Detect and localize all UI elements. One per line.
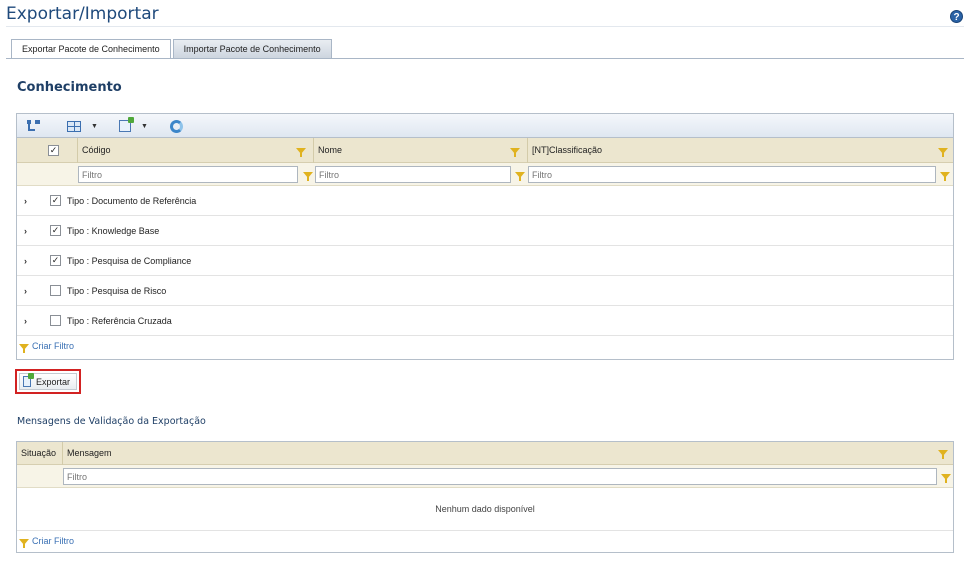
dropdown-arrow-icon[interactable]: ▼ (91, 123, 98, 130)
filter-funnel-icon (19, 539, 29, 548)
filter-funnel-icon[interactable] (940, 172, 950, 181)
row-checkbox[interactable] (50, 285, 61, 296)
filter-funnel-icon[interactable] (938, 148, 948, 157)
create-filter-link[interactable]: Criar Filtro (19, 341, 74, 353)
filter-input-nome[interactable] (315, 166, 511, 183)
row-label: Tipo : Pesquisa de Risco (67, 286, 167, 296)
tree-structure-icon (27, 120, 41, 132)
column-header-nome[interactable]: Nome (313, 138, 527, 163)
chevron-right-icon[interactable]: › (24, 256, 27, 266)
column-label: Situação (21, 448, 57, 458)
filter-funnel-icon[interactable] (938, 450, 948, 459)
validation-grid: Situação Mensagem Nenhum dado disponível… (16, 441, 954, 553)
column-label: [NT]Classificação (532, 145, 603, 155)
empty-message: Nenhum dado disponível (435, 504, 535, 514)
row-divider (17, 530, 953, 531)
row-checkbox[interactable] (50, 255, 61, 266)
tab-bar: Exportar Pacote de Conhecimento Importar… (11, 39, 334, 59)
filter-funnel-icon[interactable] (296, 148, 306, 157)
filter-funnel-icon[interactable] (510, 148, 520, 157)
section-title-conhecimento: Conhecimento (17, 80, 122, 95)
tree-structure-button[interactable] (27, 119, 41, 133)
create-filter-label: Criar Filtro (32, 536, 74, 546)
filter-row (17, 465, 953, 488)
export-button-label: Exportar (35, 376, 70, 387)
chevron-right-icon[interactable]: › (24, 226, 27, 236)
export-document-icon (23, 373, 34, 387)
select-all-checkbox[interactable] (48, 145, 59, 156)
column-header-classificacao[interactable]: [NT]Classificação (527, 138, 953, 163)
expand-columns-icon (67, 120, 81, 132)
title-divider (6, 26, 964, 27)
export-document-icon (119, 117, 134, 132)
knowledge-grid: ▼ ▼ Código Nome [NT]Classificação (16, 113, 954, 360)
row-label: Tipo : Pesquisa de Compliance (67, 256, 192, 266)
validation-section-title: Mensagens de Validação da Exportação (17, 416, 206, 427)
column-header-codigo[interactable]: Código (77, 138, 313, 163)
filter-input-mensagem[interactable] (63, 468, 937, 485)
table-row[interactable]: › Tipo : Pesquisa de Risco (17, 276, 953, 306)
filter-funnel-icon[interactable] (515, 172, 525, 181)
refresh-icon (170, 119, 183, 133)
row-label: Tipo : Knowledge Base (67, 226, 160, 236)
column-label: Nome (318, 145, 343, 155)
table-row[interactable]: › Tipo : Knowledge Base (17, 216, 953, 246)
tabs-divider (6, 58, 964, 59)
column-label: Mensagem (67, 448, 112, 458)
tab-exportar[interactable]: Exportar Pacote de Conhecimento (11, 39, 171, 59)
row-label: Tipo : Referência Cruzada (67, 316, 172, 326)
row-checkbox[interactable] (50, 195, 61, 206)
filter-funnel-icon (19, 344, 29, 353)
create-filter-link[interactable]: Criar Filtro (19, 536, 74, 548)
filter-row (17, 163, 953, 186)
table-row[interactable]: › Tipo : Documento de Referência (17, 186, 953, 216)
grid-header: Código Nome [NT]Classificação (17, 138, 953, 163)
row-checkbox[interactable] (50, 225, 61, 236)
column-header-situacao[interactable]: Situação (17, 442, 62, 465)
column-header-mensagem[interactable]: Mensagem (62, 442, 953, 465)
filter-input-classificacao[interactable] (528, 166, 936, 183)
row-checkbox[interactable] (50, 315, 61, 326)
chevron-right-icon[interactable]: › (24, 286, 27, 296)
create-filter-label: Criar Filtro (32, 341, 74, 351)
filter-input-codigo[interactable] (78, 166, 298, 183)
row-label: Tipo : Documento de Referência (67, 196, 197, 206)
export-button-highlight: Exportar (15, 369, 81, 394)
grid-header: Situação Mensagem (17, 442, 953, 465)
refresh-button[interactable] (170, 119, 183, 133)
expand-columns-button[interactable]: ▼ (67, 119, 98, 133)
chevron-right-icon[interactable]: › (24, 316, 27, 326)
chevron-right-icon[interactable]: › (24, 196, 27, 206)
grid-toolbar: ▼ ▼ (17, 114, 953, 138)
export-button[interactable]: Exportar (19, 373, 77, 390)
export-options-button[interactable]: ▼ (119, 117, 148, 133)
filter-funnel-icon[interactable] (941, 474, 951, 483)
dropdown-arrow-icon[interactable]: ▼ (141, 123, 148, 130)
page-title: Exportar/Importar (6, 4, 159, 24)
tab-importar[interactable]: Importar Pacote de Conhecimento (172, 39, 332, 58)
question-icon[interactable]: ? (950, 10, 963, 23)
table-row[interactable]: › Tipo : Referência Cruzada (17, 306, 953, 336)
column-label: Código (82, 145, 111, 155)
filter-funnel-icon[interactable] (303, 172, 313, 181)
table-row[interactable]: › Tipo : Pesquisa de Compliance (17, 246, 953, 276)
